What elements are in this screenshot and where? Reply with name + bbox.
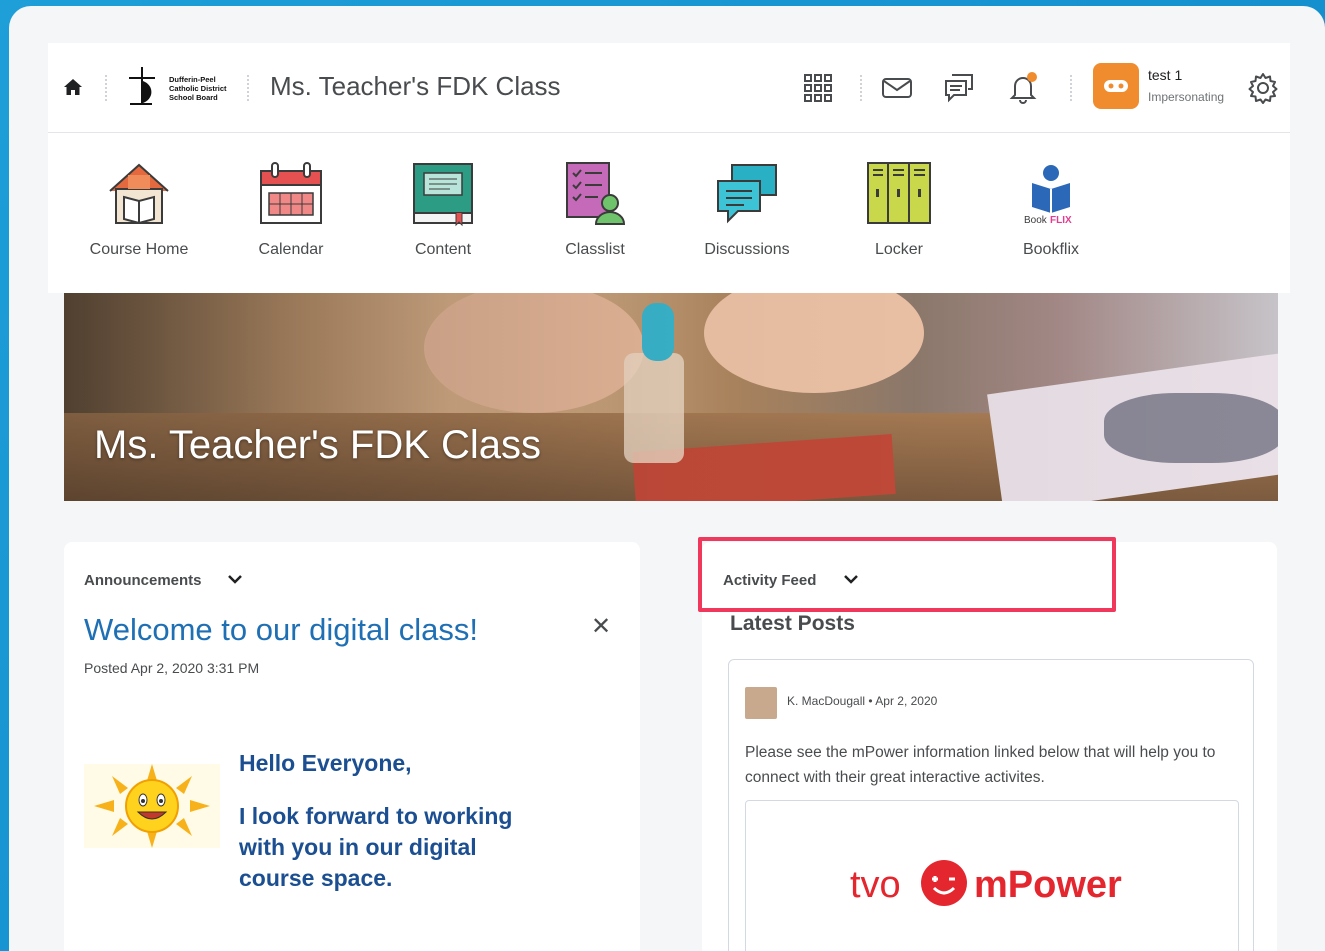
nav-bookflix[interactable]: Book FLIX Bookflix <box>986 161 1116 259</box>
announcement-greeting: Hello Everyone, <box>239 750 412 776</box>
bookflix-icon: Book FLIX <box>1024 165 1072 226</box>
school-crest-icon <box>129 67 155 105</box>
tvo-mpower-logo: tvo mPower tvo mPower <box>850 853 1140 917</box>
nav-label: Content <box>414 241 472 258</box>
nav-label: Discussions <box>704 241 790 258</box>
user-avatar[interactable] <box>1093 63 1139 109</box>
nav-label: Course Home <box>89 241 189 258</box>
svg-text:FLIX: FLIX <box>1050 215 1072 226</box>
discussions-icon <box>717 164 777 224</box>
post-author[interactable]: K. MacDougall <box>787 694 865 708</box>
home-icon[interactable] <box>63 77 83 97</box>
calendar-icon <box>260 162 322 224</box>
divider <box>247 75 249 101</box>
post-meta: K. MacDougall • Apr 2, 2020 <box>787 694 937 708</box>
course-navbar: Course Home Calendar Content Classlist D… <box>48 133 1290 293</box>
sun-image <box>84 764 220 848</box>
post-date: Apr 2, 2020 <box>875 694 938 708</box>
notification-bell-icon[interactable] <box>1006 71 1040 105</box>
settings-gear-icon[interactable] <box>1246 71 1280 105</box>
impersonation-mask-icon <box>1104 80 1128 92</box>
announcements-widget-title[interactable]: Announcements <box>84 572 202 589</box>
activity-post[interactable]: K. MacDougall • Apr 2, 2020 Please see t… <box>728 659 1254 951</box>
house-icon <box>109 163 169 225</box>
locker-icon <box>867 162 931 224</box>
chevron-down-icon[interactable] <box>227 573 243 585</box>
banner-title: Ms. Teacher's FDK Class <box>94 423 542 467</box>
nav-classlist[interactable]: Classlist <box>530 161 660 259</box>
school-logo-text: Dufferin-Peel Catholic District School B… <box>169 75 227 102</box>
svg-text:Book: Book <box>1024 215 1048 226</box>
announcement-body: I look forward to working with you in ou… <box>239 803 513 891</box>
user-name[interactable]: test 1 <box>1148 67 1182 83</box>
chat-icon[interactable] <box>942 71 976 105</box>
nav-course-home[interactable]: Course Home <box>74 161 204 259</box>
course-selector-grid-icon[interactable] <box>801 71 835 105</box>
close-icon[interactable]: ✕ <box>591 612 611 640</box>
post-author-avatar <box>745 687 777 719</box>
divider <box>860 75 862 101</box>
nav-discussions[interactable]: Discussions <box>682 161 812 259</box>
announcement-posted-date: Posted Apr 2, 2020 3:31 PM <box>84 660 260 676</box>
nav-label: Locker <box>874 241 924 258</box>
classlist-icon <box>566 162 626 225</box>
divider <box>1070 75 1072 101</box>
course-banner-image: Ms. Teacher's FDK Class <box>64 293 1278 501</box>
school-logo[interactable]: Dufferin-Peel Catholic District School B… <box>126 65 230 109</box>
divider <box>105 75 107 101</box>
nav-label: Bookflix <box>1022 241 1080 258</box>
post-text: Please see the mPower information linked… <box>745 744 1216 786</box>
mail-icon[interactable] <box>880 71 914 105</box>
nav-label: Calendar <box>258 241 324 258</box>
nav-content[interactable]: Content <box>378 161 508 259</box>
latest-posts-heading: Latest Posts <box>730 612 855 635</box>
post-link-embed[interactable]: tvo mPower tvo mPower <box>745 800 1239 951</box>
nav-locker[interactable]: Locker <box>834 161 964 259</box>
nav-calendar[interactable]: Calendar <box>226 161 356 259</box>
app-window: Dufferin-Peel Catholic District School B… <box>9 6 1325 951</box>
book-icon <box>413 163 473 227</box>
activity-feed-highlight-box <box>698 537 1116 612</box>
course-title[interactable]: Ms. Teacher's FDK Class <box>270 71 561 102</box>
svg-text:mPower: mPower <box>974 864 1122 906</box>
impersonating-label: Impersonating <box>1148 90 1225 104</box>
nav-label: Classlist <box>565 241 625 258</box>
announcement-title[interactable]: Welcome to our digital class! <box>84 612 478 648</box>
top-navbar: Dufferin-Peel Catholic District School B… <box>48 43 1290 133</box>
announcements-widget: Announcements Welcome to our digital cla… <box>64 542 640 951</box>
svg-text:tvo: tvo <box>850 864 901 906</box>
